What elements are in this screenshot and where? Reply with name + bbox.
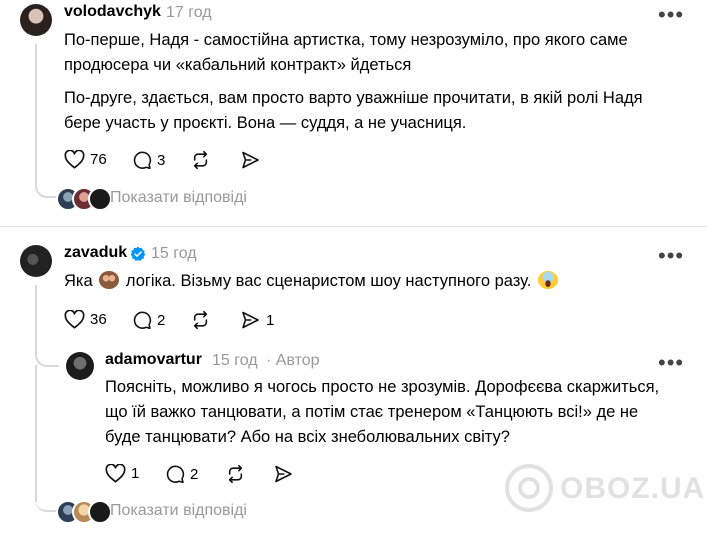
username[interactable]: adamovartur (105, 351, 202, 369)
show-replies-link[interactable]: Показати відповіді (110, 502, 247, 520)
avatar[interactable] (20, 245, 52, 277)
repost-button[interactable] (190, 310, 211, 330)
comment-text: Яка логіка. Візьму вас сценаристом шоу н… (64, 269, 664, 294)
like-count: 1 (131, 465, 140, 482)
reply-button[interactable]: 2 (165, 464, 198, 484)
comment-text-part: логіка. Візьму вас сценаристом шоу насту… (125, 272, 532, 290)
author-label: · Автор (266, 352, 320, 369)
comment-text: По-друге, здається, вам просто варто ува… (64, 89, 643, 132)
send-icon (242, 311, 259, 329)
more-options-icon[interactable]: ••• (658, 245, 684, 267)
repost-icon (193, 150, 208, 170)
share-button[interactable] (273, 464, 294, 484)
more-options-icon[interactable]: ••• (658, 352, 684, 374)
avatar (88, 500, 112, 524)
share-button[interactable]: 1 (240, 310, 274, 330)
comment-icon (133, 151, 152, 170)
share-button[interactable] (240, 150, 261, 170)
reply-count: 3 (157, 151, 166, 169)
like-button[interactable]: 36 (64, 310, 107, 329)
reply-count: 2 (157, 311, 166, 329)
divider (0, 226, 707, 227)
send-icon (275, 465, 292, 483)
thread-connector (35, 44, 59, 198)
see-no-evil-monkey-icon (99, 271, 120, 289)
watermark-logo-icon (505, 464, 553, 512)
repost-icon (193, 310, 208, 330)
comment-text: Поясніть, можливо я чогось просто не зро… (105, 378, 660, 446)
repost-button[interactable] (225, 464, 246, 484)
heart-icon (105, 464, 126, 483)
show-replies-link[interactable]: Показати відповіді (110, 189, 247, 207)
thread-connector (35, 285, 59, 367)
comment-text-part: Яка (64, 272, 93, 290)
heart-icon (64, 310, 85, 329)
like-count: 36 (90, 311, 107, 328)
send-icon (242, 151, 259, 169)
timestamp[interactable]: 17 год (166, 4, 212, 22)
username[interactable]: zavaduk (64, 244, 127, 262)
reply-count: 2 (190, 465, 199, 483)
verified-badge-icon (130, 246, 146, 261)
username[interactable]: volodavchyk (64, 3, 161, 21)
heart-icon (64, 150, 85, 169)
repost-icon (228, 464, 243, 484)
reply-button[interactable]: 3 (132, 150, 165, 170)
reply-button[interactable]: 2 (132, 310, 165, 330)
avatar[interactable] (66, 352, 94, 380)
timestamp[interactable]: 15 год (151, 245, 197, 263)
avatar (88, 187, 112, 211)
comment-text: По-перше, Надя - самостійна артистка, то… (64, 31, 628, 74)
like-button[interactable]: 76 (64, 150, 107, 169)
screaming-face-icon (537, 271, 558, 289)
repost-button[interactable] (190, 150, 211, 170)
comment-icon (166, 465, 185, 484)
timestamp[interactable]: 15 год (212, 352, 258, 370)
watermark: OBOZ.UA (560, 472, 706, 505)
avatar[interactable] (20, 4, 52, 36)
like-count: 76 (90, 151, 107, 168)
more-options-icon[interactable]: ••• (658, 4, 684, 26)
like-button[interactable]: 1 (105, 464, 139, 483)
share-count: 1 (266, 311, 275, 329)
thread-connector (35, 455, 57, 512)
comment-icon (133, 311, 152, 330)
